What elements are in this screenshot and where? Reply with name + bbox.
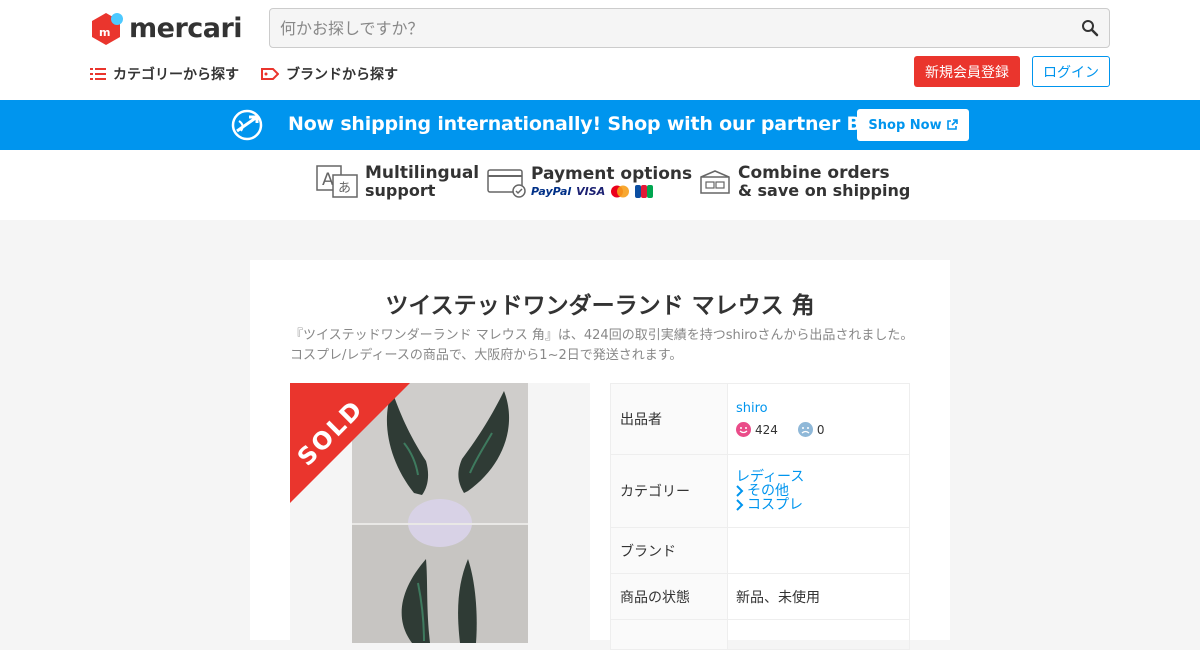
feature-payment: Payment options PayPal VISA <box>487 164 692 198</box>
seller-value: shiro 424 0 <box>727 383 910 455</box>
category-key: カテゴリー <box>610 454 728 528</box>
category-cosplay-label: コスプレ <box>747 497 803 513</box>
banner-text: Now shipping internationally! Shop with … <box>288 113 921 135</box>
nav-category-label: カテゴリーから探す <box>113 67 239 83</box>
nav-category-link[interactable]: カテゴリーから探す <box>90 64 239 84</box>
feature-payment-title: Payment options <box>531 163 693 184</box>
translate-icon: A あ <box>316 165 358 198</box>
category-link-ladies[interactable]: レディース <box>736 470 909 484</box>
signup-button[interactable]: 新規会員登録 <box>914 56 1020 87</box>
nav-brand-label: ブランドから探す <box>286 67 398 83</box>
features-strip: A あ Multilingual support Payment options… <box>0 150 1200 220</box>
condition-key: 商品の状態 <box>610 573 728 620</box>
detail-row-category: カテゴリー レディース その他 コスプレ <box>610 454 910 528</box>
chevron-right-icon <box>736 499 744 511</box>
feature-combine-title: Combine orders <box>738 163 890 183</box>
search-icon[interactable] <box>1081 19 1099 37</box>
feature-multilingual: A あ Multilingual support <box>316 164 479 200</box>
good-count: 424 <box>755 422 778 437</box>
detail-row-condition: 商品の状態 新品、未使用 <box>610 573 910 620</box>
shop-now-label: Shop Now <box>868 117 942 133</box>
shipping-box-icon <box>700 170 730 194</box>
tag-icon <box>261 67 279 81</box>
list-icon <box>90 67 106 81</box>
mercari-logo[interactable]: m mercari <box>90 11 243 45</box>
feature-combine-sub: & save on shipping <box>738 181 911 200</box>
category-link-other[interactable]: その他 <box>736 484 909 498</box>
detail-row-seller: 出品者 shiro 424 0 <box>610 383 910 455</box>
happy-face-icon <box>736 422 751 437</box>
login-button[interactable]: ログイン <box>1032 56 1110 87</box>
jcb-icon <box>635 184 654 198</box>
chevron-right-icon <box>736 485 744 497</box>
sad-face-icon <box>797 422 813 437</box>
next-key <box>610 619 728 650</box>
seller-rating: 424 0 <box>736 422 909 437</box>
credit-card-icon <box>487 169 526 198</box>
paypal-logo: PayPal <box>531 184 572 198</box>
site-header: m mercari カテゴリーから探す <box>0 0 1200 100</box>
external-link-icon <box>946 119 958 130</box>
category-link-cosplay[interactable]: コスプレ <box>736 498 909 512</box>
category-other-label: その他 <box>747 483 789 499</box>
bad-count: 0 <box>816 422 825 437</box>
shop-now-button[interactable]: Shop Now <box>857 109 969 141</box>
detail-row-next <box>610 619 910 650</box>
buyee-banner: Now shipping internationally! Shop with … <box>0 100 1200 150</box>
mercari-logo-text: mercari <box>129 12 243 44</box>
svg-text:A: A <box>322 170 334 190</box>
item-description: 『ツイステッドワンダーランド マレウス 角』は、424回の取引実績を持つshir… <box>290 328 914 363</box>
nav-brand-link[interactable]: ブランドから探す <box>261 64 398 84</box>
feature-combine-orders: Combine orders & save on shipping <box>698 164 910 200</box>
seller-key: 出品者 <box>610 383 728 455</box>
visa-logo: VISA <box>576 184 606 198</box>
item-details-table: 出品者 shiro 424 0 カテゴリー レディース その他 コスプレ ブラン… <box>610 383 910 650</box>
condition-value: 新品、未使用 <box>727 573 910 620</box>
search-input[interactable] <box>270 9 1050 47</box>
category-value: レディース その他 コスプレ <box>727 454 910 528</box>
brand-key: ブランド <box>610 527 728 574</box>
item-card: ツイステッドワンダーランド マレウス 角 『ツイステッドワンダーランド マレウス… <box>250 260 950 650</box>
feature-multilingual-sub: support <box>365 181 436 200</box>
mercari-logo-icon: m <box>90 12 123 45</box>
seller-name-link[interactable]: shiro <box>736 401 909 416</box>
search-bar <box>269 8 1110 48</box>
mastercard-icon <box>611 185 630 197</box>
item-photo[interactable]: SOLD <box>290 383 590 643</box>
svg-text:m: m <box>99 26 110 39</box>
brand-value <box>727 527 910 574</box>
svg-text:あ: あ <box>338 181 351 196</box>
detail-row-brand: ブランド <box>610 527 910 574</box>
feature-multilingual-title: Multilingual <box>365 163 480 183</box>
next-value <box>727 619 910 650</box>
payment-logos: PayPal VISA <box>531 184 692 198</box>
global-shipping-icon <box>231 109 263 141</box>
item-title: ツイステッドワンダーランド マレウス 角 <box>385 293 815 319</box>
